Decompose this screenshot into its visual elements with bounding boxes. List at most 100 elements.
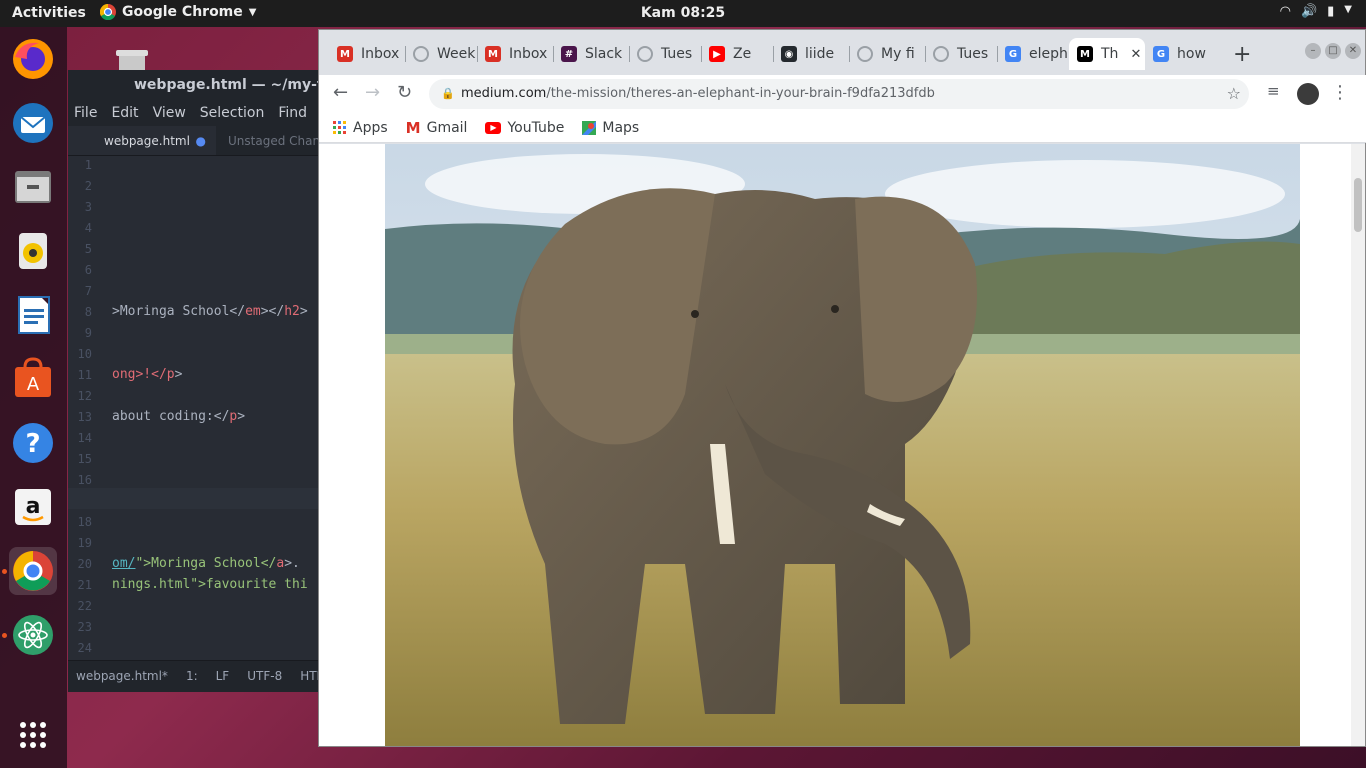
spinner-icon [857, 46, 873, 62]
page-scrollbar[interactable] [1351, 144, 1365, 746]
tab-label: Tues [661, 46, 693, 62]
line-number: 16 [77, 473, 92, 487]
status-filename[interactable]: webpage.html* [76, 661, 168, 692]
line-number: 22 [77, 599, 92, 613]
software-icon[interactable]: A [9, 355, 57, 403]
gmail-icon: M [337, 46, 353, 62]
medium-icon: M [1077, 46, 1093, 62]
bookmark-youtube[interactable]: ▶ YouTube [485, 113, 564, 142]
close-window-button[interactable]: ✕ [1345, 43, 1361, 59]
url-path: /the-mission/theres-an-elephant-in-your-… [546, 86, 935, 101]
new-tab-button[interactable]: + [1233, 42, 1251, 67]
tab-label: Inbox [361, 46, 400, 62]
slack-icon: # [561, 46, 577, 62]
editor-menu-bar: File Edit View Selection Find P [68, 100, 328, 126]
tab-label: Tues [957, 46, 989, 62]
gmail-icon: M [405, 118, 421, 137]
system-tray[interactable]: ◠ 🔊 ▮ ▼ [1280, 4, 1352, 19]
amazon-icon[interactable]: a [9, 483, 57, 531]
code-line-20: om/">Moringa School</a>. [112, 556, 300, 571]
tab-4[interactable]: Tues [629, 38, 701, 70]
spinner-icon [413, 46, 429, 62]
bookmark-gmail[interactable]: M Gmail [406, 113, 468, 142]
tab-5[interactable]: ▶ Ze [701, 38, 773, 70]
line-number: 23 [77, 620, 92, 634]
line-number: 11 [77, 368, 92, 382]
code-line-21: nings.html">favourite thi [112, 577, 308, 592]
line-number: 3 [84, 200, 92, 214]
thunderbird-icon[interactable] [9, 99, 57, 147]
apps-grid-icon[interactable] [9, 711, 57, 759]
tab-label: Ze [733, 46, 752, 62]
tab-7[interactable]: My fi [849, 38, 925, 70]
tab-label: webpage.html [104, 134, 190, 148]
url-host: medium.com [461, 86, 547, 101]
close-tab-icon[interactable]: ✕ [1130, 47, 1141, 62]
writer-icon[interactable] [9, 291, 57, 339]
line-number: 2 [84, 179, 92, 193]
minimize-button[interactable]: – [1305, 43, 1321, 59]
tab-2[interactable]: M Inbox [477, 38, 553, 70]
youtube-icon: ▶ [485, 121, 502, 134]
line-number: 6 [84, 263, 92, 277]
line-number: 13 [77, 410, 92, 424]
tab-0[interactable]: M Inbox [329, 38, 405, 70]
tab-3[interactable]: # Slack [553, 38, 629, 70]
menu-view[interactable]: View [153, 100, 186, 126]
gmail-icon: M [485, 46, 501, 62]
scrollbar-thumb[interactable] [1354, 178, 1362, 232]
line-number: 21 [77, 578, 92, 592]
svg-text:A: A [27, 374, 40, 395]
status-encoding[interactable]: UTF-8 [247, 661, 282, 692]
menu-edit[interactable]: Edit [111, 100, 138, 126]
chrome-icon[interactable] [9, 547, 57, 595]
tab-1[interactable]: Week [405, 38, 477, 70]
bookmark-apps[interactable]: Apps [333, 113, 388, 142]
menu-kebab-icon[interactable]: ⋮ [1331, 82, 1349, 103]
maximize-button[interactable]: □ [1325, 43, 1341, 59]
bookmark-star-icon[interactable]: ☆ [1227, 79, 1241, 109]
tab-label: Th [1101, 46, 1119, 62]
spinner-icon [637, 46, 653, 62]
avatar[interactable] [1297, 83, 1319, 105]
code-line-8: >Moringa School</em></h2> [112, 304, 308, 319]
tab-6[interactable]: ◉ liide [773, 38, 849, 70]
status-cursor[interactable]: 1: [186, 661, 198, 692]
github-icon: ◉ [781, 46, 797, 62]
tab-label: how [1177, 46, 1206, 62]
reload-button[interactable]: ↻ [397, 82, 412, 103]
atom-icon[interactable] [9, 611, 57, 659]
tab-10[interactable]: M Th ✕ [1069, 38, 1145, 70]
help-icon[interactable]: ? [9, 419, 57, 467]
menu-file[interactable]: File [74, 100, 97, 126]
tab-11[interactable]: Ghow [1145, 38, 1225, 70]
activities-button[interactable]: Activities [12, 5, 86, 21]
code-line-13: about coding:</p> [112, 409, 246, 424]
rhythmbox-icon[interactable] [9, 227, 57, 275]
menu-find[interactable]: Find [278, 100, 307, 126]
tab-webpage-html[interactable]: webpage.html ● [68, 126, 216, 155]
line-number: 24 [77, 641, 92, 655]
modified-dot-icon: ● [195, 134, 206, 148]
maps-icon [582, 120, 597, 135]
svg-text:a: a [26, 494, 41, 519]
bookmark-label: YouTube [507, 119, 565, 136]
status-line-ending[interactable]: LF [216, 661, 230, 692]
apps-grid-icon [333, 120, 346, 134]
menu-selection[interactable]: Selection [200, 100, 265, 126]
app-menu[interactable]: Google Chrome ▼ [100, 4, 256, 20]
firefox-icon[interactable] [9, 35, 57, 83]
page-content[interactable] [319, 144, 1351, 746]
back-button[interactable]: ← [333, 82, 348, 103]
code-area[interactable]: 1 2 3 4 5 6 7 8 9 10 11 12 13 14 15 16 1… [68, 156, 328, 656]
tab-unstaged-changes[interactable]: Unstaged Chang [216, 126, 328, 155]
bookmark-maps[interactable]: Maps [582, 113, 639, 142]
tab-9[interactable]: Geleph [997, 38, 1069, 70]
files-icon[interactable] [9, 163, 57, 211]
media-controls-icon[interactable]: ≡ [1267, 82, 1280, 100]
forward-button[interactable]: → [365, 82, 380, 103]
editor-title: webpage.html — ~/my-fir [68, 70, 328, 100]
tab-8[interactable]: Tues [925, 38, 997, 70]
bookmark-label: Apps [353, 119, 388, 136]
address-bar[interactable]: 🔒 medium.com/the-mission/theres-an-eleph… [429, 79, 1249, 109]
